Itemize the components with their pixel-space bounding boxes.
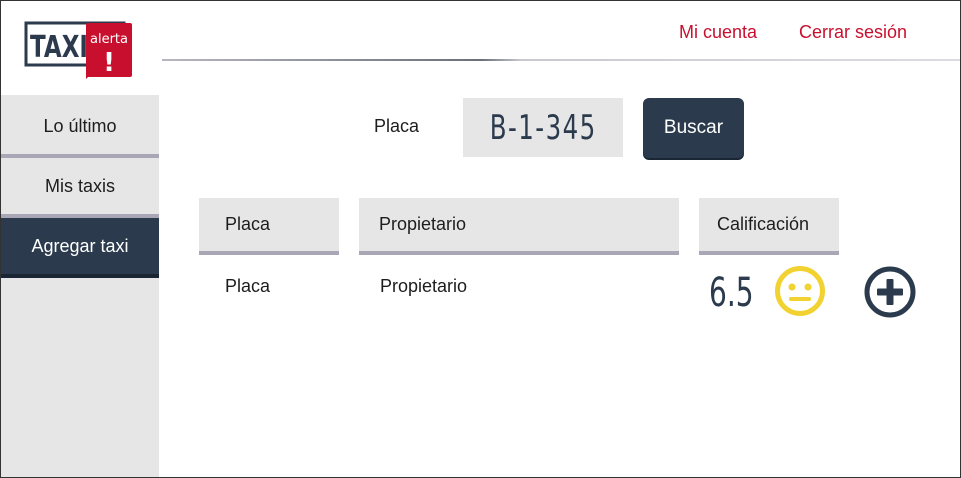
cell-rating-score: 6.5 bbox=[709, 268, 773, 318]
sidebar-item-add-taxi[interactable]: Agregar taxi bbox=[1, 214, 159, 278]
sidebar-item-label: Agregar taxi bbox=[31, 235, 129, 256]
my-account-link[interactable]: Mi cuenta bbox=[679, 22, 757, 43]
rating-score-value: 6.5 bbox=[709, 270, 754, 316]
plate-search-input[interactable]: B-1-345 bbox=[463, 98, 623, 157]
logout-link[interactable]: Cerrar sesión bbox=[799, 22, 907, 43]
logo-text-badge: alerta bbox=[90, 32, 128, 47]
plate-search-value: B-1-345 bbox=[489, 107, 597, 148]
sidebar-item-label: Mis taxis bbox=[44, 175, 115, 196]
cell-plate: Placa bbox=[225, 276, 271, 296]
search-button[interactable]: Buscar bbox=[643, 98, 744, 158]
sidebar-item-latest[interactable]: Lo último bbox=[1, 98, 159, 158]
column-header-plate: Placa bbox=[199, 198, 339, 255]
taxi-alerta-logo: TAXI alerta ! bbox=[24, 21, 132, 79]
plate-search-label: Placa bbox=[374, 116, 420, 136]
column-header-owner: Propietario bbox=[359, 198, 679, 255]
add-circle-icon[interactable] bbox=[863, 265, 917, 319]
header-divider bbox=[162, 59, 960, 61]
logo-text-main: TAXI bbox=[30, 30, 88, 65]
sidebar: Lo último Mis taxis Agregar taxi bbox=[1, 95, 159, 477]
logo-exclamation: ! bbox=[103, 48, 115, 78]
neutral-face-icon bbox=[775, 266, 825, 316]
sidebar-item-my-taxis[interactable]: Mis taxis bbox=[1, 158, 159, 214]
sidebar-item-label: Lo último bbox=[43, 115, 117, 136]
column-header-rating: Calificación bbox=[699, 198, 839, 255]
cell-owner: Propietario bbox=[380, 276, 468, 296]
